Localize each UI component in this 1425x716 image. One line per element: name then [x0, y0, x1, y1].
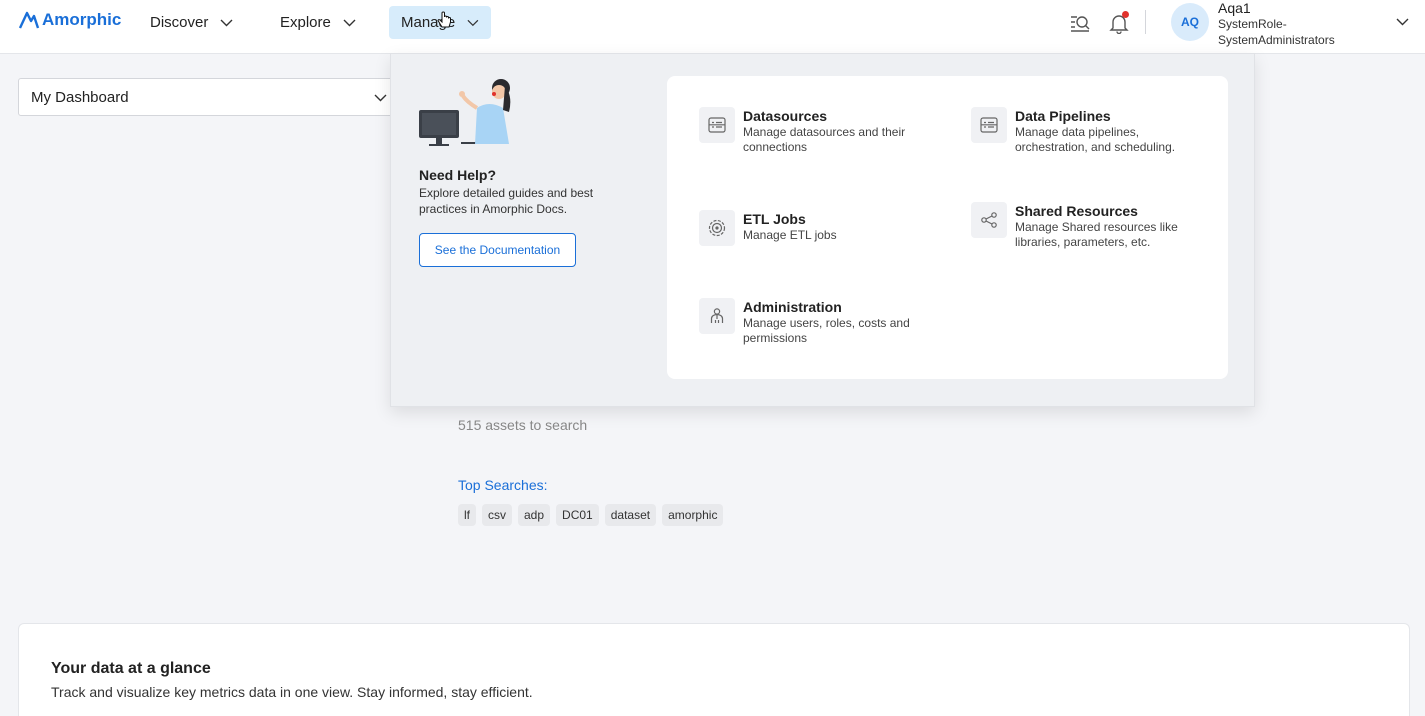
dashboard-select-value: My Dashboard: [31, 88, 129, 106]
support-agent-illustration: [419, 79, 511, 146]
amorphic-logo[interactable]: Amorphic: [18, 10, 121, 30]
menu-item-administration[interactable]: Administration Manage users, roles, cost…: [699, 298, 939, 346]
glance-subtitle: Track and visualize key metrics data in …: [51, 684, 533, 700]
menu-item-title: Datasources: [743, 108, 828, 124]
search-chip[interactable]: lf: [458, 504, 476, 526]
manage-menu-panel: Datasources Manage datasources and their…: [667, 76, 1228, 379]
menu-item-description: Manage Shared resources like libraries, …: [1015, 220, 1178, 249]
manage-dropdown-menu: Need Help? Explore detailed guides and b…: [390, 53, 1255, 407]
share-icon: [981, 212, 997, 228]
see-documentation-button[interactable]: See the Documentation: [419, 233, 576, 267]
dashboard-select[interactable]: My Dashboard: [18, 78, 394, 116]
etl-icon: [708, 219, 726, 237]
menu-item-title: ETL Jobs: [743, 211, 806, 227]
chevron-down-icon: [343, 19, 356, 26]
data-glance-card: Your data at a glance Track and visualiz…: [18, 623, 1410, 716]
menu-item-data-pipelines[interactable]: Data Pipelines Manage data pipelines, or…: [971, 107, 1211, 155]
assets-count: 515 assets to search: [458, 417, 588, 433]
chevron-down-icon[interactable]: [1396, 18, 1409, 26]
amorphic-logo-icon: [18, 11, 40, 29]
brand-name: Amorphic: [42, 10, 122, 29]
menu-item-title: Data Pipelines: [1015, 108, 1111, 124]
chevron-down-icon: [220, 19, 233, 26]
menu-item-shared-resources[interactable]: Shared Resources Manage Shared resources…: [971, 202, 1211, 250]
search-chip[interactable]: dataset: [604, 504, 657, 526]
hand-cursor-icon: [437, 11, 451, 28]
help-title: Need Help?: [419, 167, 497, 183]
menu-item-etl-jobs[interactable]: ETL Jobs Manage ETL jobs: [699, 210, 939, 246]
top-searches-chips: lf csv adp DC01 dataset amorphic: [458, 504, 724, 526]
top-navigation-bar: Amorphic Discover Explore Manage AQ Aqa1…: [0, 0, 1425, 54]
help-description: Explore detailed guides and best practic…: [419, 186, 594, 216]
menu-item-description: Manage datasources and their connections: [743, 125, 906, 154]
menu-item-title: Administration: [743, 299, 842, 315]
admin-icon: [710, 308, 724, 323]
glance-title: Your data at a glance: [51, 660, 211, 677]
nav-explore-label: Explore: [280, 14, 331, 31]
user-role: SystemRole-SystemAdministrators: [1218, 17, 1335, 47]
top-searches-label: Top Searches:: [458, 477, 548, 493]
search-chip[interactable]: DC01: [556, 504, 599, 526]
nav-explore[interactable]: Explore: [268, 6, 368, 39]
menu-item-description: Manage data pipelines, orchestration, an…: [1015, 125, 1176, 154]
notification-dot: [1122, 11, 1129, 18]
search-chip[interactable]: csv: [482, 504, 512, 526]
menu-item-description: Manage users, roles, costs and permissio…: [743, 316, 910, 345]
search-chip[interactable]: adp: [518, 504, 551, 526]
menu-item-datasources[interactable]: Datasources Manage datasources and their…: [699, 107, 939, 155]
pipeline-icon: [980, 117, 998, 133]
search-chip[interactable]: amorphic: [662, 504, 724, 526]
nav-discover[interactable]: Discover: [138, 6, 245, 39]
nav-discover-label: Discover: [150, 14, 209, 31]
datasource-icon: [708, 117, 726, 133]
user-name: Aqa1: [1218, 0, 1251, 16]
menu-item-description: Manage ETL jobs: [743, 228, 837, 242]
chevron-down-icon: [467, 19, 479, 26]
menu-item-title: Shared Resources: [1015, 203, 1138, 219]
header-divider: [1145, 10, 1146, 34]
search-catalog-icon[interactable]: [1069, 12, 1091, 34]
avatar[interactable]: AQ: [1171, 3, 1209, 41]
chevron-down-icon: [374, 94, 387, 102]
